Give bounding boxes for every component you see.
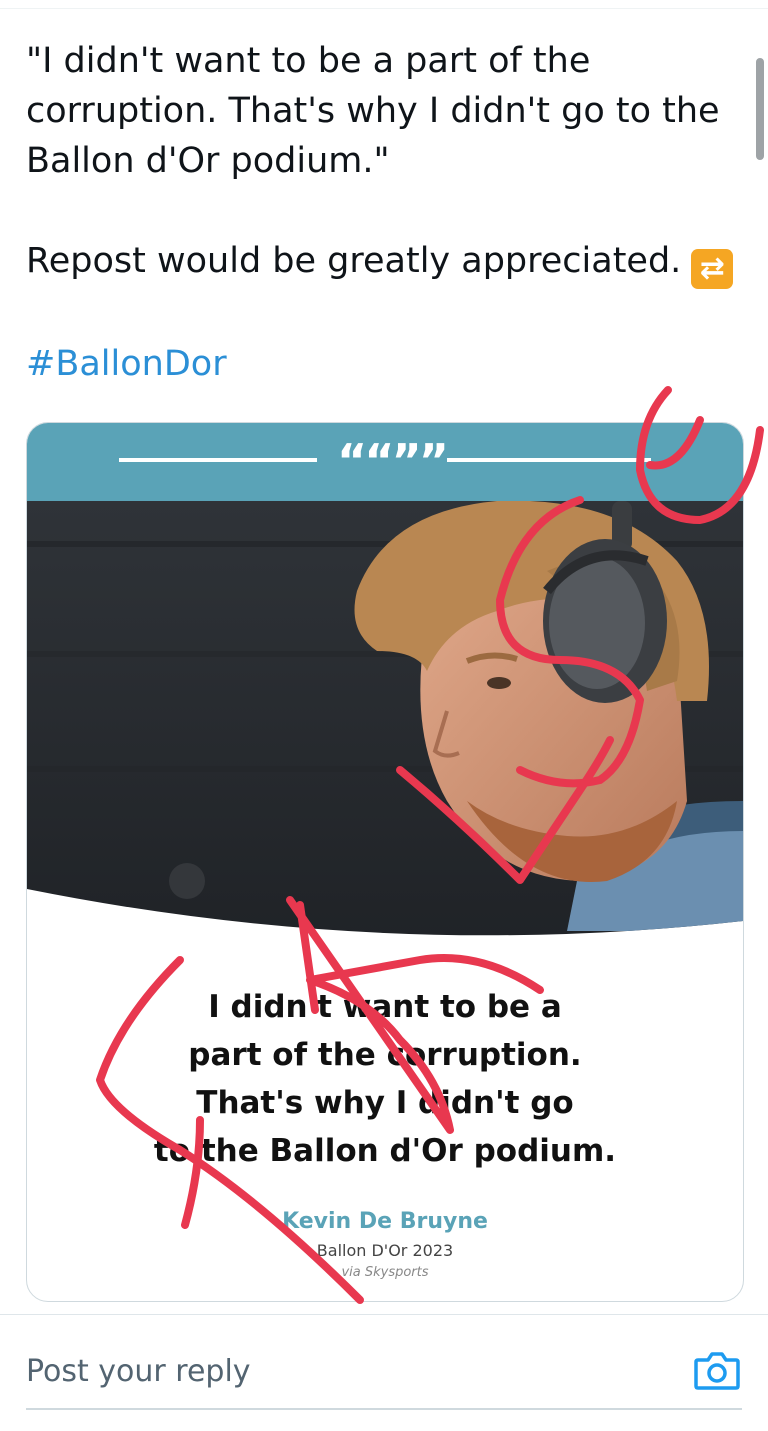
card-quote-line: part of the corruption.	[188, 1037, 582, 1073]
player-photo	[27, 501, 743, 936]
card-quote-line: That's why I didn't go	[196, 1085, 574, 1121]
scrollbar-thumb[interactable]	[756, 58, 764, 160]
quote-mark-icon: ““””	[337, 434, 449, 488]
tweet-quote-line-3: Ballon d'Or podium."	[26, 141, 390, 181]
tweet-text: "I didn't want to be a part of the corru…	[26, 36, 738, 389]
card-quote-line: I didn't want to be a	[208, 989, 562, 1025]
card-author: Kevin De Bruyne	[282, 1209, 488, 1234]
repost-emoji-icon: ⇄	[691, 249, 734, 289]
card-header-band: ““””	[27, 423, 743, 501]
reply-input[interactable]	[26, 1346, 666, 1396]
header-rule-left	[119, 458, 317, 462]
hashtag-link[interactable]: #BallonDor	[26, 344, 227, 384]
card-quote-text: I didn't want to be a part of the corrup…	[27, 983, 743, 1175]
card-subtitle: Ballon D'Or 2023	[316, 1241, 454, 1260]
reply-underline	[26, 1408, 742, 1410]
top-divider	[0, 8, 768, 9]
card-source: via Skysports	[341, 1265, 429, 1280]
camera-button[interactable]	[694, 1350, 740, 1390]
card-quote-line: to the Ballon d'Or podium.	[153, 1133, 617, 1169]
tweet-repost-line: Repost would be greatly appreciated. ⇄	[26, 236, 738, 289]
tweet-quote-line-1: "I didn't want to be a part of the	[26, 41, 591, 81]
tweet-quote-line-2: corruption. That's why I didn't go to th…	[26, 91, 720, 131]
tweet-repost-text: Repost would be greatly appreciated.	[26, 241, 682, 281]
quote-image-card[interactable]: ““”” I didn't want to be a part of the c…	[26, 422, 744, 1302]
camera-icon	[694, 1352, 740, 1390]
reply-divider	[0, 1314, 768, 1315]
header-rule-right	[447, 458, 651, 462]
